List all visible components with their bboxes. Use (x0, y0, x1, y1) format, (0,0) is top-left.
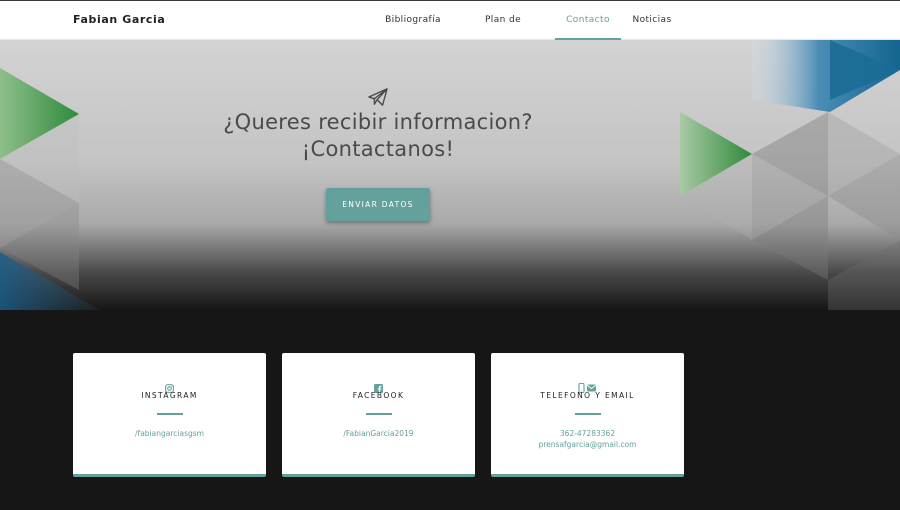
card-divider (366, 413, 392, 415)
card-divider (157, 413, 183, 415)
hero-heading-line1: ¿Queres recibir informacion? (223, 110, 533, 134)
facebook-card: FACEBOOK /FabianGarcia2019 (282, 353, 475, 477)
facebook-icon (282, 378, 475, 393)
card-title-instagram: INSTAGRAM (141, 391, 198, 400)
card-title-telefono-email: TELEFONO Y EMAIL (540, 391, 635, 400)
phone-and-envelope-icon (491, 378, 684, 394)
nav-item-contacto[interactable]: Contacto (555, 1, 621, 40)
nav-item-noticias[interactable]: Noticias (631, 1, 673, 40)
brand-logo-text[interactable]: Fabian Garcia (73, 13, 165, 26)
enviar-datos-button[interactable]: ENVIAR DATOS (326, 188, 430, 221)
phone-number[interactable]: 362-47283362 (491, 429, 684, 438)
nav-item-bibliografia[interactable]: Bibliografía (385, 1, 441, 40)
card-title-facebook: FACEBOOK (352, 391, 405, 400)
instagram-link[interactable]: /fabiangarciasgsm (73, 429, 266, 438)
card-divider (575, 413, 601, 415)
nav-item-plan-de-gobierno[interactable]: Plan de Gobierno (462, 1, 544, 64)
email-link[interactable]: prensafgarcia@gmail.com (491, 440, 684, 449)
facebook-link[interactable]: /FabianGarcia2019 (282, 429, 475, 438)
hero-section: ¿Queres recibir informacion? ¡Contactano… (0, 40, 900, 310)
telefono-email-card: TELEFONO Y EMAIL 362-47283362 prensafgar… (491, 353, 684, 477)
paper-plane-icon (368, 88, 388, 106)
hero-background-triangles (0, 40, 900, 310)
top-navbar: Fabian Garcia Bibliografía Plan de Gobie… (0, 0, 900, 64)
hero-heading-line2: ¡Contactanos! (301, 137, 455, 161)
instagram-card: INSTAGRAM /fabiangarciasgsm (73, 353, 266, 477)
instagram-icon (73, 378, 266, 393)
